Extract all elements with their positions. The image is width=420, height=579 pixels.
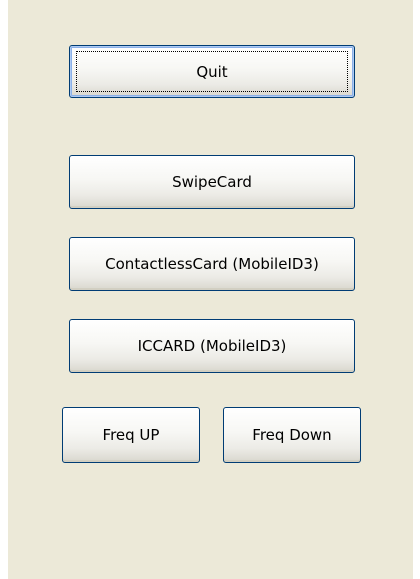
contactless-card-button-label: ContactlessCard (MobileID3) — [105, 255, 319, 273]
iccard-button-label: ICCARD (MobileID3) — [137, 337, 287, 355]
swipe-card-button-label: SwipeCard — [172, 173, 252, 191]
freq-down-button-label: Freq Down — [252, 426, 332, 444]
swipe-card-button[interactable]: SwipeCard — [69, 155, 355, 209]
freq-up-button-label: Freq UP — [102, 426, 160, 444]
quit-button[interactable]: Quit — [69, 45, 355, 98]
quit-button-label: Quit — [196, 62, 228, 81]
freq-down-button[interactable]: Freq Down — [223, 407, 361, 463]
app-window: Quit SwipeCard ContactlessCard (MobileID… — [8, 0, 413, 579]
iccard-button[interactable]: ICCARD (MobileID3) — [69, 319, 355, 373]
contactless-card-button[interactable]: ContactlessCard (MobileID3) — [69, 237, 355, 291]
freq-up-button[interactable]: Freq UP — [62, 407, 200, 463]
